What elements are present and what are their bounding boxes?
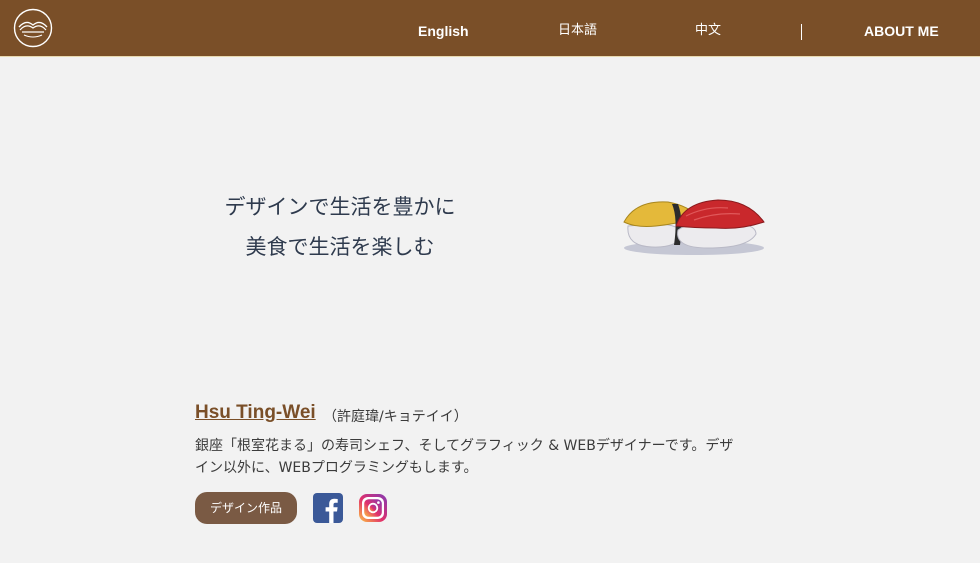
hero-tagline-line2: 美食で生活を楽しむ bbox=[245, 235, 435, 259]
nav-about-me[interactable]: ABOUT ME bbox=[864, 0, 939, 57]
header-navbar: English 日本語 中文 ABOUT ME bbox=[0, 0, 980, 57]
profile-name-link[interactable]: Hsu Ting-Wei bbox=[195, 402, 316, 424]
nav-english[interactable]: English bbox=[418, 0, 469, 57]
instagram-icon[interactable] bbox=[358, 493, 388, 523]
sushi-illustration bbox=[623, 199, 765, 255]
design-works-button[interactable]: デザイン作品 bbox=[195, 492, 297, 524]
profile-description: 銀座「根室花まる」の寿司シェフ、そしてグラフィック & WEBデザイナーです。デ… bbox=[195, 438, 734, 476]
nav-chinese[interactable]: 中文 bbox=[695, 0, 721, 57]
nav-japanese[interactable]: 日本語 bbox=[558, 0, 597, 57]
hero-tagline-line1: デザインで生活を豊かに bbox=[224, 195, 456, 219]
nav-divider bbox=[801, 24, 802, 40]
profile-subname: （許庭瑋/キョテイイ） bbox=[323, 409, 468, 425]
sushi-logo-icon[interactable] bbox=[13, 8, 53, 48]
facebook-icon[interactable] bbox=[313, 493, 343, 523]
